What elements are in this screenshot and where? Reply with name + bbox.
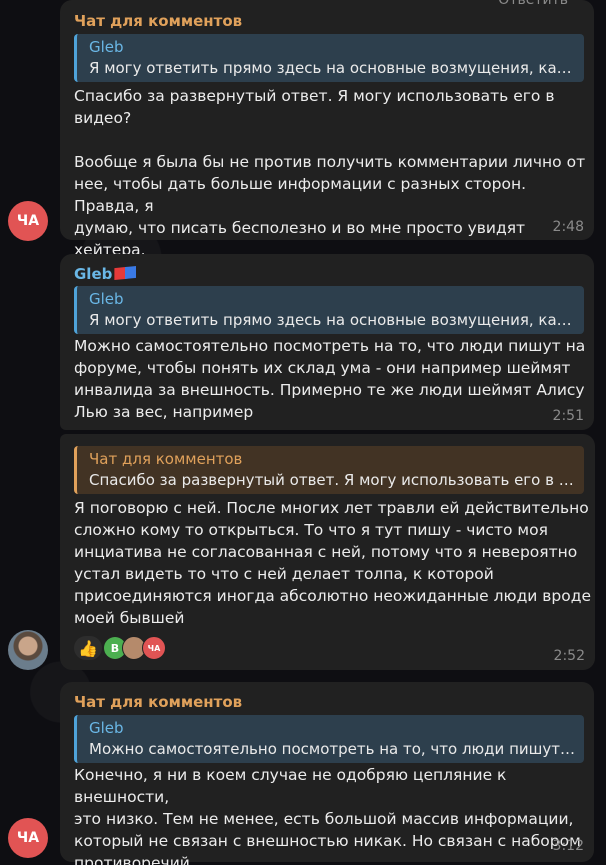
reactions-bar[interactable]: 👍 B ЧА bbox=[74, 636, 166, 660]
avatar[interactable]: ЧА bbox=[8, 201, 48, 241]
like-reaction[interactable]: 👍 bbox=[74, 636, 102, 660]
message-time: 3:12 bbox=[552, 838, 584, 854]
message-time: 2:51 bbox=[552, 408, 584, 424]
reply-quote[interactable]: Чат для комментов Спасибо за развернутый… bbox=[74, 446, 584, 494]
message-sender[interactable]: Чат для комментов bbox=[74, 693, 242, 711]
quote-text: Я могу ответить прямо здесь на основные … bbox=[89, 59, 576, 77]
message-text: Можно самостоятельно посмотреть на то, ч… bbox=[74, 337, 586, 421]
message-sender-row: Gleb bbox=[74, 264, 137, 283]
message-text: Спасибо за развернутый ответ. Я могу исп… bbox=[74, 87, 586, 259]
quote-text: Можно самостоятельно посмотреть на то, ч… bbox=[89, 740, 576, 758]
quote-sender: Gleb bbox=[89, 290, 124, 308]
message-time: 2:48 bbox=[552, 219, 584, 235]
flag-emoji-icon bbox=[114, 266, 137, 280]
reply-quote[interactable]: Gleb Я могу ответить прямо здесь на осно… bbox=[74, 34, 584, 82]
reply-quote[interactable]: Gleb Можно самостоятельно посмотреть на … bbox=[74, 715, 584, 763]
quote-text: Я могу ответить прямо здесь на основные … bbox=[89, 311, 576, 329]
message-bubble[interactable]: Ответить Чат для комментов Gleb Я могу о… bbox=[60, 0, 594, 259]
avatar[interactable]: ЧА bbox=[8, 818, 48, 858]
reply-button[interactable]: Ответить bbox=[498, 0, 568, 8]
quote-sender: Чат для комментов bbox=[89, 450, 243, 468]
message-bubble[interactable]: Gleb Gleb Я могу ответить прямо здесь на… bbox=[60, 254, 594, 430]
message-text: Я поговорю с ней. После многих лет травл… bbox=[74, 499, 592, 627]
reply-quote[interactable]: Gleb Я могу ответить прямо здесь на осно… bbox=[74, 286, 584, 334]
message-bubble[interactable]: Чат для комментов Спасибо за развернутый… bbox=[60, 434, 595, 670]
message-bubble[interactable]: Чат для комментов Gleb Можно самостоятел… bbox=[60, 682, 594, 865]
message-time: 2:52 bbox=[553, 648, 585, 664]
reactor-avatar: ЧА bbox=[142, 636, 166, 660]
message-sender[interactable]: Gleb bbox=[74, 265, 112, 283]
avatar[interactable] bbox=[8, 630, 48, 670]
quote-sender: Gleb bbox=[89, 719, 124, 737]
quote-text: Спасибо за развернутый ответ. Я могу исп… bbox=[89, 471, 576, 489]
quote-sender: Gleb bbox=[89, 38, 124, 56]
chat-area[interactable]: Ответить Чат для комментов Gleb Я могу о… bbox=[0, 0, 606, 865]
message-text: Конечно, я ни в коем случае не одобряю ц… bbox=[74, 766, 581, 865]
message-sender[interactable]: Чат для комментов bbox=[74, 12, 242, 30]
